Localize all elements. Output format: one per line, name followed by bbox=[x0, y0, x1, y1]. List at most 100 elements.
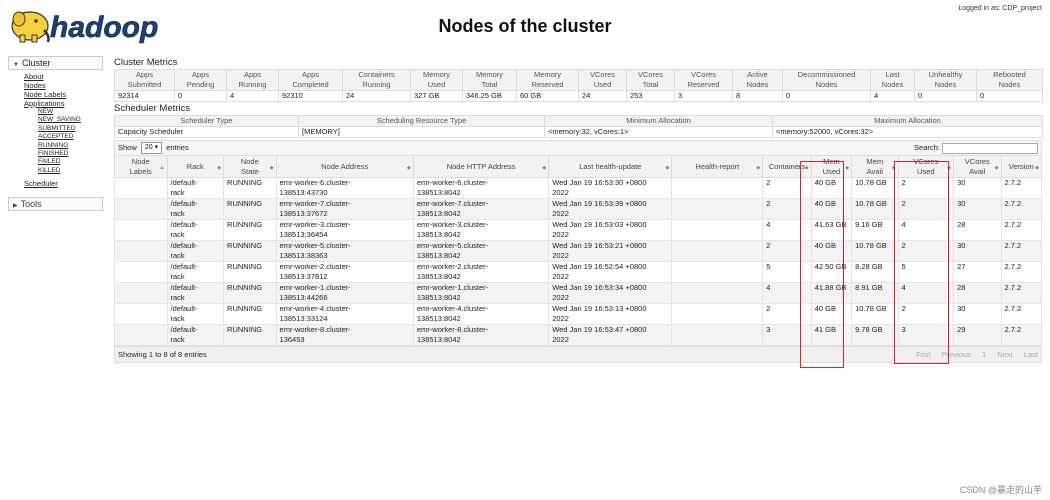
cell-node-address-text: emr-worker-5.cluster- bbox=[279, 241, 351, 250]
cell-rack-text: /default- bbox=[170, 304, 198, 313]
cluster-metric-link[interactable]: 0 bbox=[980, 91, 984, 100]
pager-next[interactable]: Next bbox=[997, 350, 1012, 359]
search-label: Search: bbox=[914, 143, 940, 152]
cluster-metric-header-line2: Used bbox=[427, 80, 446, 89]
cell-node-labels bbox=[114, 282, 168, 304]
column-header[interactable]: VCores Avail ◆ bbox=[953, 155, 1002, 178]
column-header[interactable]: Node HTTP Address ◆ bbox=[412, 155, 550, 178]
collapse-triangle-icon: ▼ bbox=[13, 62, 19, 68]
app-state-running[interactable]: RUNNING bbox=[38, 142, 103, 150]
sidebar-link-scheduler[interactable]: Scheduler bbox=[24, 179, 103, 188]
column-header[interactable]: Rack ◆ bbox=[166, 155, 225, 178]
column-header[interactable]: Node Labels ▲ bbox=[114, 155, 168, 178]
app-state-finished[interactable]: FINISHED bbox=[38, 150, 103, 158]
cell-node-http-address-link[interactable]: 138513:8042 bbox=[417, 230, 461, 239]
app-state-submitted[interactable]: SUBMITTED bbox=[38, 125, 103, 133]
cell-node-http-address-link[interactable]: emr-worker-6.cluster- bbox=[417, 178, 488, 187]
app-state-failed[interactable]: FAILED bbox=[38, 158, 103, 166]
cluster-metrics-title: Cluster Metrics bbox=[114, 57, 178, 68]
sort-icon: ◆ bbox=[756, 164, 761, 171]
cell-node-address: emr-worker-5.cluster- 138513:38363 bbox=[275, 240, 414, 262]
cluster-metric-header: Memory Total bbox=[462, 69, 517, 91]
cell-node-http-address: emr-worker-4.cluster- 138513:8042 bbox=[412, 303, 550, 325]
column-header-line2: Labels bbox=[129, 166, 152, 176]
column-header[interactable]: Health-report ◆ bbox=[671, 155, 764, 178]
column-header[interactable]: Version ◆ bbox=[1000, 155, 1043, 178]
pager-last[interactable]: Last bbox=[1024, 350, 1038, 359]
scheduler-metric-value: <memory:52000, vCores:32> bbox=[772, 126, 1043, 138]
tools-menu-header[interactable]: ▶ Tools bbox=[8, 197, 103, 212]
sidebar-link-node-labels[interactable]: Node Labels bbox=[24, 90, 103, 99]
cell-mem-avail: 10.78 GB bbox=[851, 177, 899, 199]
column-header[interactable]: Node State ◆ bbox=[223, 155, 277, 178]
cell-version-text: 2.7.2 bbox=[1004, 304, 1022, 313]
cell-node-labels bbox=[114, 219, 168, 241]
cell-node-state-text: RUNNING bbox=[227, 220, 263, 229]
cell-mem-avail-text: 9.78 GB bbox=[855, 325, 883, 334]
cell-node-http-address-link[interactable]: 138513:8042 bbox=[417, 272, 461, 281]
cell-rack: /default-rack bbox=[166, 261, 225, 283]
scheduler-metrics-value-row: Capacity Scheduler [MEMORY] <memory:32, vC… bbox=[114, 126, 1043, 138]
sidebar-link-nodes[interactable]: Nodes bbox=[24, 81, 103, 90]
cluster-metric-link[interactable]: 4 bbox=[874, 91, 878, 100]
cell-node-http-address-link[interactable]: emr-worker-5.cluster- bbox=[417, 241, 488, 250]
app-state-accepted[interactable]: ACCEPTED bbox=[38, 133, 103, 141]
cell-node-http-address-link[interactable]: emr-worker-8.cluster- bbox=[417, 325, 488, 334]
cell-version: 2.7.2 bbox=[1000, 261, 1043, 283]
sidebar-link-about[interactable]: About bbox=[24, 72, 103, 81]
sort-icon: ◆ bbox=[665, 164, 670, 171]
cluster-metrics-table: Apps Submitted Apps Pending Apps Running Apps C… bbox=[114, 69, 1043, 102]
column-header[interactable]: Node Address ◆ bbox=[275, 155, 414, 178]
cell-rack-text: /default- bbox=[170, 283, 198, 292]
cluster-metric-link[interactable]: 8 bbox=[736, 91, 740, 100]
pager-page-1[interactable]: 1 bbox=[982, 350, 986, 359]
column-header[interactable]: Mem Avail ◆ bbox=[851, 155, 899, 178]
cell-node-address-text: 138513:36454 bbox=[279, 230, 328, 239]
cell-node-http-address-link[interactable]: emr-worker-1.cluster- bbox=[417, 283, 488, 292]
cluster-metric-cell: 346.25 GB bbox=[462, 90, 517, 102]
cell-node-http-address-link[interactable]: 138513:8042 bbox=[417, 209, 461, 218]
cell-mem-avail: 10.78 GB bbox=[851, 198, 899, 220]
cell-node-http-address-link[interactable]: 138513:8042 bbox=[417, 335, 461, 344]
cell-node-http-address-link[interactable]: emr-worker-3.cluster- bbox=[417, 220, 488, 229]
entries-select[interactable]: 20 ▾ bbox=[140, 142, 163, 155]
cell-node-address-text: 138513:37812 bbox=[279, 272, 328, 281]
cell-health-report bbox=[671, 219, 764, 241]
cell-node-http-address-link[interactable]: emr-worker-4.cluster- bbox=[417, 304, 488, 313]
cell-node-http-address-link[interactable]: emr-worker-7.cluster- bbox=[417, 199, 488, 208]
cell-node-labels bbox=[114, 261, 168, 283]
app-state-new-saving[interactable]: NEW_SAVING bbox=[38, 116, 103, 124]
column-header[interactable]: Last health-update ◆ bbox=[548, 155, 673, 178]
entries-summary: Showing 1 to 8 of 8 entries bbox=[118, 350, 207, 359]
cluster-metric-header-line2: Reserved bbox=[687, 80, 720, 89]
cell-node-state-text: RUNNING bbox=[227, 325, 263, 334]
cell-node-state-text: RUNNING bbox=[227, 304, 263, 313]
app-state-new[interactable]: NEW bbox=[38, 108, 103, 116]
column-header-line2: Avail bbox=[866, 166, 883, 176]
cluster-metric-header-line1: Memory bbox=[533, 70, 562, 79]
cluster-menu-header[interactable]: ▼ Cluster bbox=[8, 56, 103, 70]
cell-node-http-address-link[interactable]: 138513:8042 bbox=[417, 293, 461, 302]
cell-containers-text: 2 bbox=[766, 178, 771, 187]
cell-vcores-avail: 28 bbox=[953, 282, 1002, 304]
cluster-metric-header: Apps Completed bbox=[278, 69, 343, 91]
cell-node-state: RUNNING bbox=[223, 198, 277, 220]
cell-node-http-address-link[interactable]: 138513:8042 bbox=[417, 251, 461, 260]
tools-menu-label: Tools bbox=[20, 199, 42, 210]
cluster-metric-cell: 24 bbox=[578, 90, 627, 102]
highlight-box-mem-used bbox=[800, 161, 844, 368]
cell-node-http-address-link[interactable]: 138513:8042 bbox=[417, 314, 461, 323]
app-state-killed[interactable]: KILLED bbox=[38, 167, 103, 175]
sort-icon: ◆ bbox=[269, 164, 274, 171]
search-input[interactable] bbox=[942, 142, 1038, 154]
cluster-metric-link[interactable]: 0 bbox=[918, 91, 922, 100]
cluster-metric-header: Memory Used bbox=[410, 69, 463, 91]
cell-node-address-text: emr-worker-4.cluster- bbox=[279, 304, 351, 313]
cell-node-http-address-link[interactable]: 138513:8042 bbox=[417, 188, 461, 197]
cluster-metric-header-line1: Rebooted bbox=[993, 70, 1026, 79]
cell-health-report bbox=[671, 177, 764, 199]
cell-node-http-address-link[interactable]: emr-worker-2.cluster- bbox=[417, 262, 488, 271]
sidebar-link-applications[interactable]: Applications bbox=[24, 99, 103, 108]
cell-last-health-update-text: Wed Jan 19 16:53:13 +0800 bbox=[552, 304, 647, 313]
cluster-metric-link[interactable]: 0 bbox=[786, 91, 790, 100]
